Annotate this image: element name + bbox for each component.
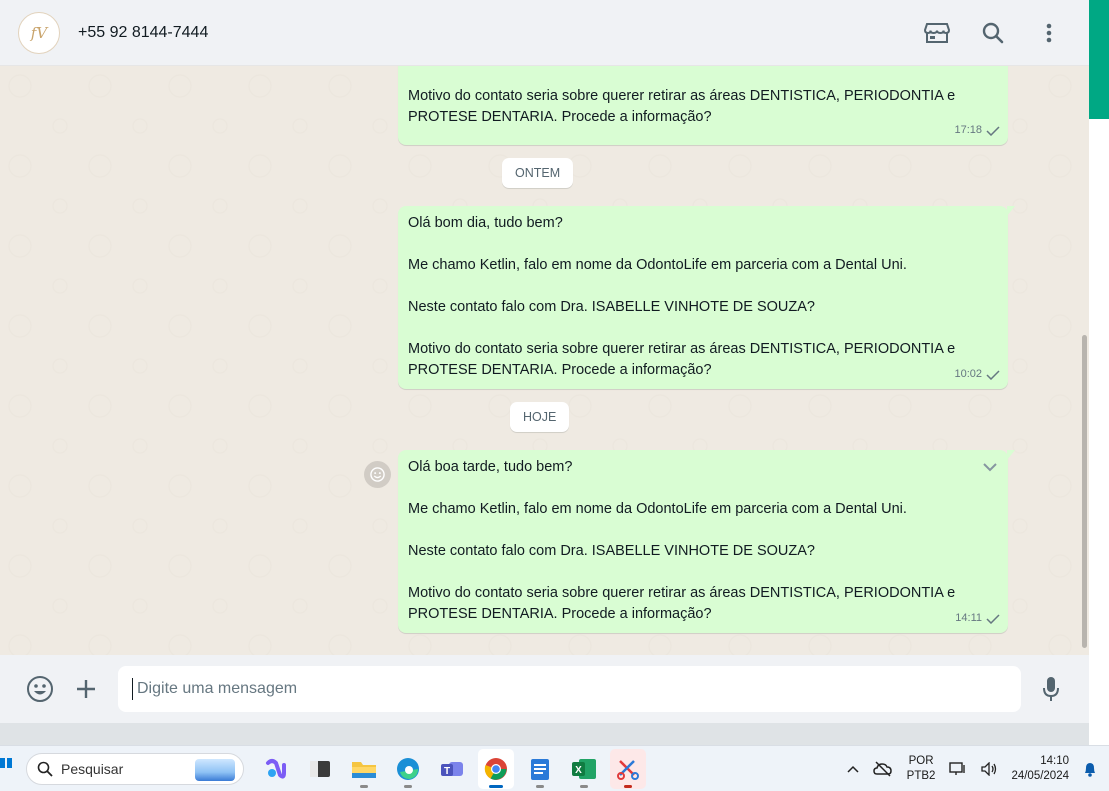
- message-input-placeholder: Digite uma mensagem: [137, 680, 298, 697]
- taskbar-app-snipping-tool[interactable]: [610, 748, 646, 789]
- onedrive-offline-icon[interactable]: [872, 760, 893, 777]
- windows-logo-icon: [0, 757, 5, 768]
- taskbar-app-notepad[interactable]: [522, 749, 558, 789]
- text-caret: [132, 678, 133, 700]
- running-indicator: [489, 784, 503, 788]
- emoji-button[interactable]: [20, 669, 60, 709]
- clock-time: 14:10: [1040, 754, 1069, 767]
- clock[interactable]: 14:10 24/05/2024: [1011, 754, 1069, 784]
- date-separator-yesterday: ONTEM: [502, 158, 574, 188]
- accent-bar: [1089, 0, 1109, 119]
- chat-header: fV +55 92 8144-7444: [0, 0, 1089, 66]
- taskbar-app-copilot[interactable]: [258, 749, 294, 789]
- system-tray: POR PTB2 14:10 24/05/2024: [847, 754, 1097, 784]
- message-bubble[interactable]: Olá boa tarde, tudo bem? Me chamo Ketlin…: [398, 450, 1015, 633]
- teams-icon: T: [441, 761, 463, 777]
- taskbar-app-edge[interactable]: [390, 749, 426, 789]
- message-text: Olá bom dia, tudo bem? Me chamo Ketlin, …: [408, 215, 956, 378]
- edge-icon: [397, 757, 419, 780]
- svg-text:T: T: [444, 766, 450, 777]
- menu-dots-icon: [1046, 23, 1052, 42]
- emoji-icon: [27, 676, 53, 702]
- keyboard-layout: PTB2: [906, 769, 936, 782]
- chat-scrollbar-thumb[interactable]: [1082, 335, 1087, 648]
- search-highlight-image: [195, 758, 235, 781]
- sent-check-icon: [986, 125, 1000, 136]
- message-meta: 17:18: [954, 120, 1000, 141]
- search-icon: [37, 761, 53, 777]
- notepad-icon: [531, 758, 549, 780]
- chevron-up-icon[interactable]: [847, 765, 859, 773]
- network-icon[interactable]: [949, 761, 967, 777]
- svg-text:X: X: [575, 765, 582, 776]
- bubble-tail: [1007, 450, 1015, 460]
- date-separator-today: HOJE: [510, 402, 570, 432]
- message-time: 10:02: [954, 368, 982, 380]
- running-indicator: [536, 784, 544, 788]
- chat-area[interactable]: Neste contato falo com Dra. ISABELLE VIN…: [0, 66, 1080, 655]
- message-options-button[interactable]: [982, 458, 998, 479]
- clock-date: 24/05/2024: [1011, 769, 1069, 782]
- sent-check-icon: [986, 613, 1000, 624]
- file-explorer-icon: [352, 761, 376, 778]
- snipping-tool-icon: [617, 759, 639, 780]
- voice-message-button[interactable]: [1031, 669, 1071, 709]
- message-bubble[interactable]: Olá bom dia, tudo bem? Me chamo Ketlin, …: [398, 206, 1015, 389]
- search-button[interactable]: [975, 15, 1011, 51]
- search-icon: [982, 22, 1004, 43]
- message-meta: 10:02: [954, 364, 1000, 385]
- taskbar-app-file-explorer[interactable]: [346, 749, 382, 789]
- message-time: 17:18: [954, 124, 982, 136]
- message-time: 14:11: [955, 612, 982, 624]
- taskbar-app-chrome[interactable]: [478, 748, 514, 789]
- taskbar-search[interactable]: Pesquisar: [26, 752, 244, 785]
- contact-name[interactable]: +55 92 8144-7444: [78, 24, 208, 42]
- window-bottom-gap: [0, 723, 1089, 745]
- windows-taskbar: Pesquisar T X POR PTB2 14:10 24/05/2024: [0, 745, 1109, 791]
- taskbar-app-teams[interactable]: T: [434, 749, 470, 789]
- windows-logo-part: [7, 757, 12, 768]
- plus-icon: [77, 680, 95, 698]
- react-button[interactable]: [364, 461, 391, 488]
- attach-button[interactable]: [66, 669, 106, 709]
- terminal-icon: [310, 760, 330, 777]
- header-actions: [919, 15, 1067, 51]
- chrome-icon: [484, 757, 507, 780]
- menu-button[interactable]: [1031, 15, 1067, 51]
- message-text: Neste contato falo com Dra. ISABELLE VIN…: [408, 88, 956, 125]
- taskbar-app-excel[interactable]: X: [566, 749, 602, 789]
- message-meta: 14:11: [955, 608, 1000, 629]
- sent-check-icon: [986, 369, 1000, 380]
- taskbar-app-terminal[interactable]: [302, 749, 338, 789]
- running-indicator: [360, 784, 368, 788]
- emoji-react-icon: [370, 467, 385, 482]
- message-text: Olá boa tarde, tudo bem? Me chamo Ketlin…: [408, 459, 956, 622]
- catalog-store-button[interactable]: [919, 15, 955, 51]
- running-indicator: [404, 784, 412, 788]
- running-indicator: [580, 784, 588, 788]
- taskbar-search-label: Pesquisar: [61, 760, 124, 777]
- start-button[interactable]: [0, 757, 12, 780]
- catalog-store-icon: [924, 22, 950, 43]
- avatar[interactable]: fV: [18, 11, 60, 54]
- running-indicator: [624, 784, 632, 788]
- bubble-tail: [1007, 206, 1015, 216]
- excel-icon: X: [572, 758, 596, 779]
- language-code: POR: [908, 754, 934, 767]
- microphone-icon: [1043, 677, 1059, 701]
- message-input[interactable]: Digite uma mensagem: [118, 666, 1021, 712]
- chevron-down-icon: [983, 463, 997, 472]
- volume-icon[interactable]: [981, 761, 997, 776]
- message-bubble[interactable]: Neste contato falo com Dra. ISABELLE VIN…: [398, 66, 1008, 145]
- copilot-icon: [266, 758, 286, 779]
- notification-bell-icon[interactable]: [1083, 761, 1097, 777]
- input-language[interactable]: POR PTB2: [907, 754, 936, 784]
- message-composer: Digite uma mensagem: [0, 655, 1089, 723]
